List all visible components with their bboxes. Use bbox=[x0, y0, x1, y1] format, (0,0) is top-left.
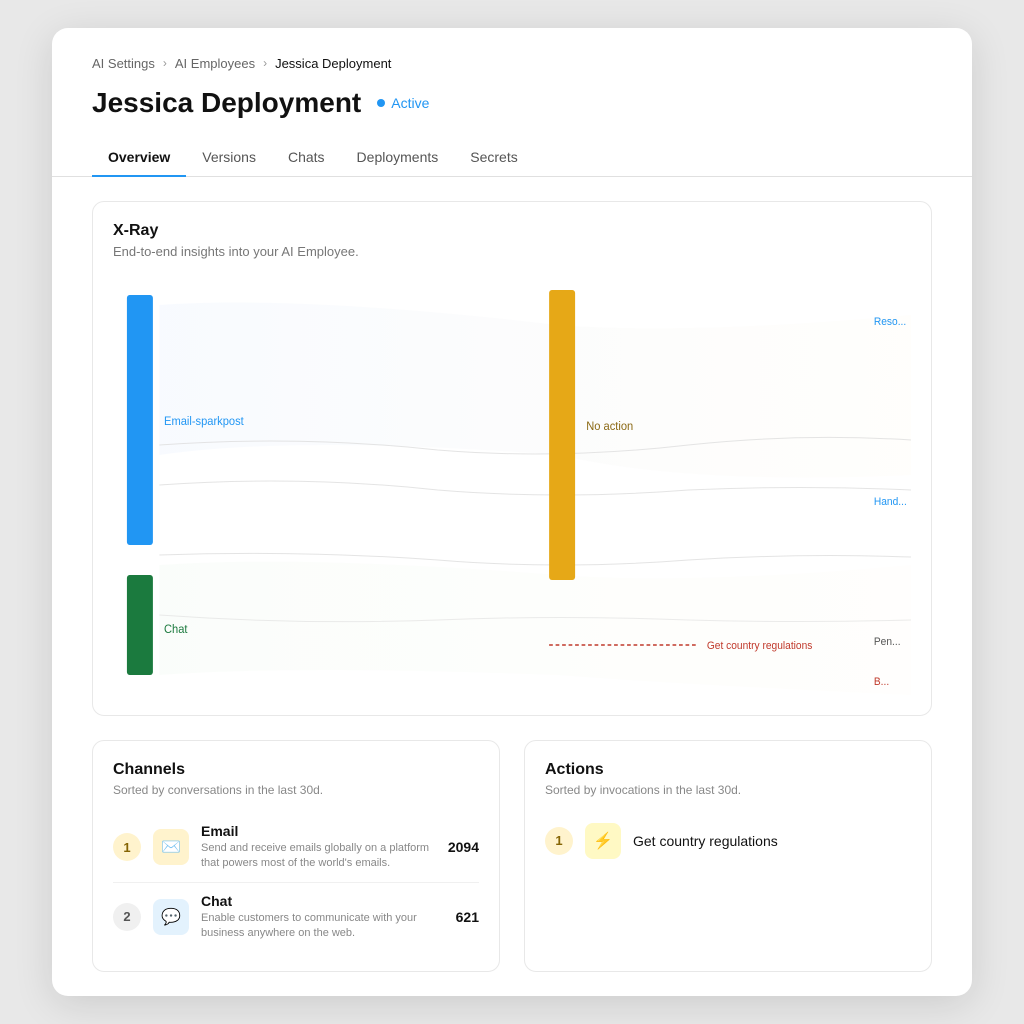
chat-channel-icon: 💬 bbox=[153, 899, 189, 935]
no-action-bar bbox=[549, 290, 575, 580]
svg-text:No action: No action bbox=[586, 420, 633, 432]
chart-svg: Email-sparkpost No action Chat Get count… bbox=[113, 275, 911, 695]
xray-chart: Email-sparkpost No action Chat Get count… bbox=[113, 275, 911, 695]
actions-title: Actions bbox=[545, 761, 911, 779]
breadcrumb-ai-settings[interactable]: AI Settings bbox=[92, 56, 155, 71]
actions-subtitle: Sorted by invocations in the last 30d. bbox=[545, 783, 911, 797]
tab-chats[interactable]: Chats bbox=[272, 139, 341, 177]
rank-badge-2: 2 bbox=[113, 903, 141, 931]
email-name: Email bbox=[201, 823, 436, 839]
channel-item-chat: 2 💬 Chat Enable customers to communicate… bbox=[113, 883, 479, 952]
svg-text:B...: B... bbox=[874, 675, 889, 687]
chat-bar bbox=[127, 575, 153, 675]
tabs-nav: Overview Versions Chats Deployments Secr… bbox=[52, 119, 972, 177]
channels-subtitle: Sorted by conversations in the last 30d. bbox=[113, 783, 479, 797]
actions-card: Actions Sorted by invocations in the las… bbox=[524, 740, 932, 973]
svg-text:Reso...: Reso... bbox=[874, 315, 906, 327]
xray-title: X-Ray bbox=[113, 222, 911, 240]
email-info: Email Send and receive emails globally o… bbox=[201, 823, 436, 872]
email-channel-icon: ✉️ bbox=[153, 829, 189, 865]
email-count: 2094 bbox=[448, 839, 479, 855]
channels-card: Channels Sorted by conversations in the … bbox=[92, 740, 500, 973]
chat-count: 621 bbox=[456, 909, 479, 925]
breadcrumb: AI Settings › AI Employees › Jessica Dep… bbox=[52, 28, 972, 71]
svg-text:Email-sparkpost: Email-sparkpost bbox=[164, 415, 244, 427]
channels-title: Channels bbox=[113, 761, 479, 779]
status-dot bbox=[377, 99, 385, 107]
breadcrumb-chevron-2: › bbox=[263, 56, 267, 70]
breadcrumb-ai-employees[interactable]: AI Employees bbox=[175, 56, 255, 71]
page-title: Jessica Deployment bbox=[92, 87, 361, 119]
tab-versions[interactable]: Versions bbox=[186, 139, 272, 177]
action-name: Get country regulations bbox=[633, 833, 778, 849]
rank-badge-1: 1 bbox=[113, 833, 141, 861]
tab-secrets[interactable]: Secrets bbox=[454, 139, 533, 177]
svg-text:Pen...: Pen... bbox=[874, 635, 901, 647]
chat-desc: Enable customers to communicate with you… bbox=[201, 911, 444, 942]
tab-overview[interactable]: Overview bbox=[92, 139, 186, 177]
svg-text:Hand...: Hand... bbox=[874, 495, 907, 507]
svg-text:Chat: Chat bbox=[164, 623, 188, 635]
main-content: X-Ray End-to-end insights into your AI E… bbox=[52, 177, 972, 997]
xray-subtitle: End-to-end insights into your AI Employe… bbox=[113, 244, 911, 259]
chat-info: Chat Enable customers to communicate wit… bbox=[201, 893, 444, 942]
status-badge: Active bbox=[377, 95, 429, 111]
bottom-cards: Channels Sorted by conversations in the … bbox=[92, 740, 932, 973]
chat-name: Chat bbox=[201, 893, 444, 909]
xray-card: X-Ray End-to-end insights into your AI E… bbox=[92, 201, 932, 716]
status-label: Active bbox=[391, 95, 429, 111]
main-window: AI Settings › AI Employees › Jessica Dep… bbox=[52, 28, 972, 997]
email-desc: Send and receive emails globally on a pl… bbox=[201, 841, 436, 872]
svg-text:Get country regulations: Get country regulations bbox=[707, 639, 813, 651]
email-bar bbox=[127, 295, 153, 545]
action-item-1: 1 ⚡ Get country regulations bbox=[545, 813, 911, 869]
page-header: Jessica Deployment Active bbox=[52, 71, 972, 119]
tab-deployments[interactable]: Deployments bbox=[341, 139, 455, 177]
breadcrumb-current: Jessica Deployment bbox=[275, 56, 391, 71]
action-icon-bg: ⚡ bbox=[585, 823, 621, 859]
channel-item-email: 1 ✉️ Email Send and receive emails globa… bbox=[113, 813, 479, 883]
breadcrumb-chevron-1: › bbox=[163, 56, 167, 70]
action-rank-1: 1 bbox=[545, 827, 573, 855]
lightning-icon: ⚡ bbox=[593, 831, 613, 851]
